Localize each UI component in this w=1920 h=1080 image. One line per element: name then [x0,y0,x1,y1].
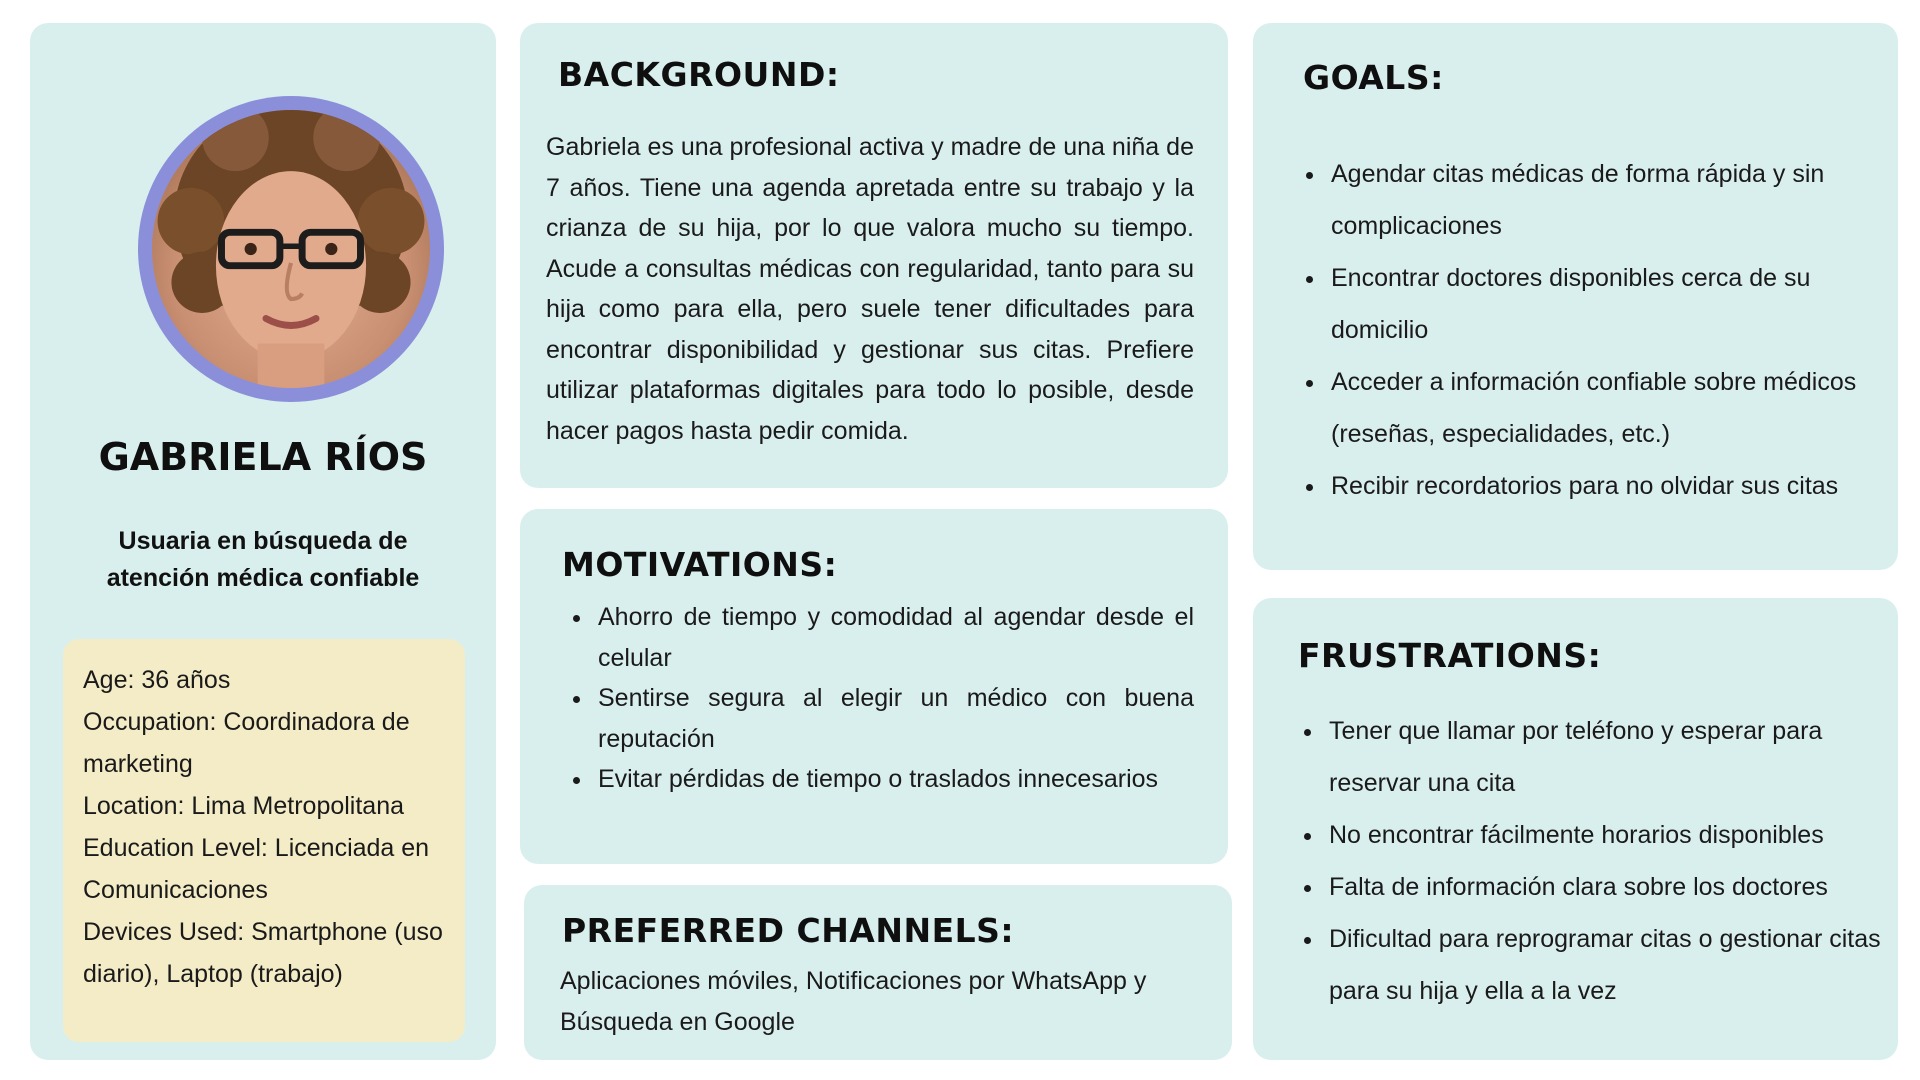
avatar-portrait [157,110,425,388]
motivation-item: Evitar pérdidas de tiempo o traslados in… [594,759,1194,800]
profile-card: GABRIELA RÍOS Usuaria en búsqueda de ate… [30,23,496,1060]
goal-item: Agendar citas médicas de forma rápida y … [1327,148,1907,252]
motivation-item: Sentirse segura al elegir un médico con … [594,678,1194,759]
background-heading: BACKGROUND: [558,55,840,94]
goals-list: Agendar citas médicas de forma rápida y … [1301,148,1907,512]
frustrations-list: Tener que llamar por teléfono y esperar … [1299,705,1910,1017]
demographics-panel: Age: 36 años Occupation: Coordinadora de… [63,639,465,1042]
frustration-item: No encontrar fácilmente horarios disponi… [1325,809,1910,861]
background-card: BACKGROUND: Gabriela es una profesional … [520,23,1228,488]
background-text: Gabriela es una profesional activa y mad… [546,133,1194,445]
demographic-devices: Devices Used: Smartphone (uso diario), L… [83,918,443,988]
frustration-item: Dificultad para reprogramar citas o gest… [1325,913,1910,1017]
frustrations-card: FRUSTRATIONS: Tener que llamar por teléf… [1253,598,1898,1060]
avatar [152,110,430,388]
channels-card: PREFERRED CHANNELS: Aplicaciones móviles… [524,885,1232,1060]
frustration-item: Falta de información clara sobre los doc… [1325,861,1910,913]
goal-item: Acceder a información confiable sobre mé… [1327,356,1907,460]
demographics-list: Age: 36 años Occupation: Coordinadora de… [83,659,455,995]
channels-text: Aplicaciones móviles, Notificaciones por… [560,967,1147,1036]
frustration-item: Tener que llamar por teléfono y esperar … [1325,705,1910,809]
avatar-ring [138,96,444,402]
demographic-occupation: Occupation: Coordinadora de marketing [83,708,410,778]
goal-item: Encontrar doctores disponibles cerca de … [1327,252,1907,356]
goal-item: Recibir recordatorios para no olvidar su… [1327,460,1907,512]
motivations-heading: MOTIVATIONS: [562,545,838,584]
goals-card: GOALS: Agendar citas médicas de forma rá… [1253,23,1898,570]
persona-tagline: Usuaria en búsqueda de atención médica c… [106,527,420,592]
motivation-item: Ahorro de tiempo y comodidad al agendar … [594,597,1194,678]
frustrations-heading: FRUSTRATIONS: [1298,636,1602,675]
persona-name: GABRIELA RÍOS [98,435,428,479]
goals-heading: GOALS: [1303,58,1444,97]
demographic-age: Age: 36 años [83,666,231,694]
channels-heading: PREFERRED CHANNELS: [562,911,1015,950]
demographic-location: Location: Lima Metropolitana [83,792,405,820]
demographic-education: Education Level: Licenciada en Comunicac… [83,834,430,904]
motivations-list: Ahorro de tiempo y comodidad al agendar … [568,597,1194,800]
motivations-card: MOTIVATIONS: Ahorro de tiempo y comodida… [520,509,1228,864]
